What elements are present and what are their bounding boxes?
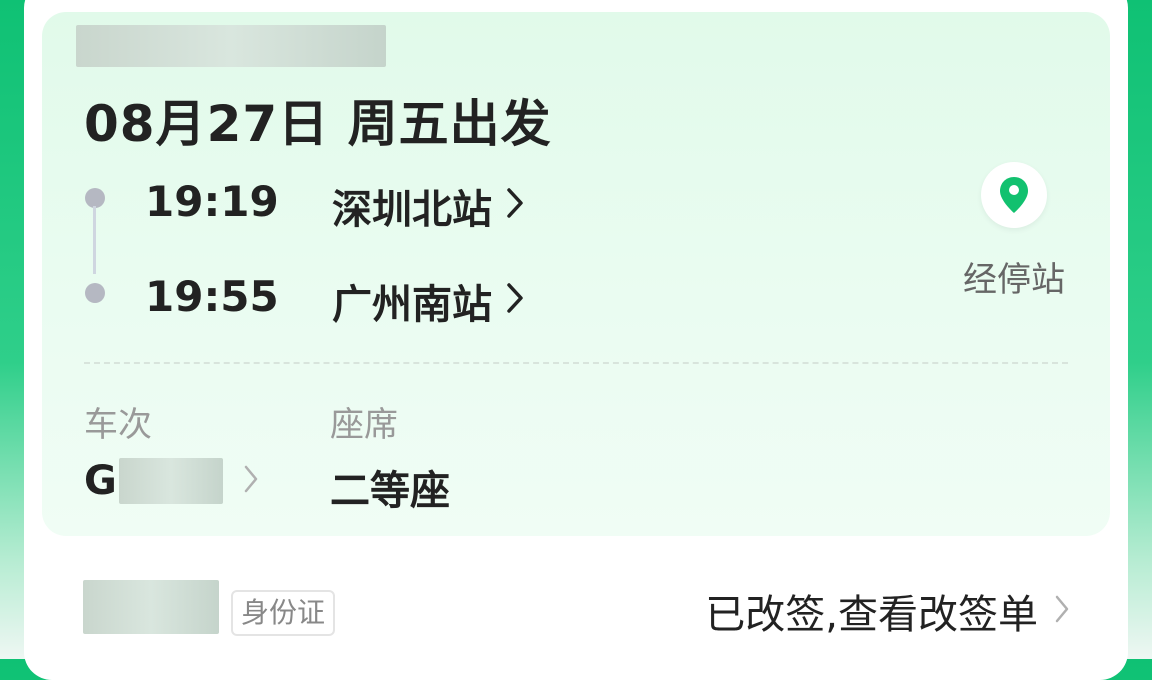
stops-label: 经停站 [963, 260, 1065, 300]
arrival-station-link[interactable]: 广州南站 [332, 272, 524, 330]
view-reissue-link[interactable]: 已改签,查看改签单 [705, 582, 1070, 640]
stops-button[interactable]: 经停站 [958, 162, 1070, 301]
arrival-dot-icon [85, 283, 105, 303]
chevron-right-icon [506, 278, 524, 324]
location-pin-icon [981, 162, 1047, 228]
id-type-badge: 身份证 [231, 590, 336, 636]
train-number-label: 车次 [84, 405, 152, 445]
section-divider [84, 362, 1068, 364]
redacted-train-number [118, 458, 223, 504]
route-line [93, 206, 96, 274]
train-number-prefix: G [84, 458, 117, 504]
arrival-time: 19:55 [145, 272, 279, 321]
chevron-right-icon [1054, 588, 1070, 634]
chevron-right-icon [506, 183, 524, 229]
departure-station-link[interactable]: 深圳北站 [332, 177, 524, 235]
seat-class-label: 座席 [330, 405, 398, 445]
arrival-station-name: 广州南站 [332, 282, 492, 328]
seat-class-value: 二等座 [330, 468, 450, 514]
departure-date-heading: 08月27日 周五出发 [84, 95, 552, 153]
departure-dot-icon [85, 188, 105, 208]
departure-station-name: 深圳北站 [332, 187, 492, 233]
departure-time: 19:19 [145, 177, 279, 226]
train-number-link[interactable]: G [84, 458, 259, 504]
redacted-passenger-name [76, 25, 386, 67]
reissue-status-text: 已改签,查看改签单 [705, 592, 1038, 638]
redacted-passenger-id [83, 580, 219, 634]
chevron-right-icon [243, 464, 259, 498]
